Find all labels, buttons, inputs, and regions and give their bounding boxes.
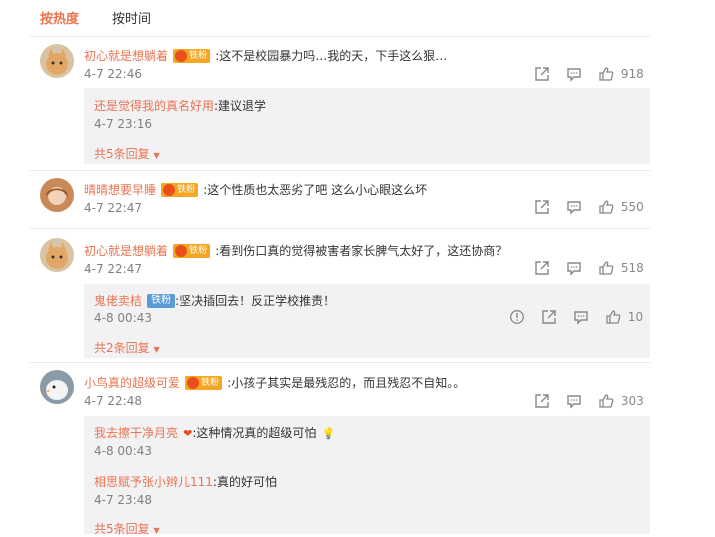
like-button[interactable]: 518 [598,260,644,276]
avatar[interactable] [40,238,74,272]
avatar-cat-image [40,238,74,272]
comment-text: :这个性质也太恶劣了吧 这么小心眼这么坏 [203,183,428,197]
divider [30,36,650,37]
tab-hot[interactable]: 按热度 [40,8,79,27]
like-count: 550 [620,199,644,214]
chevron-down-icon: ▼ [153,345,160,354]
comment-time: 4-7 22:47 [84,201,142,215]
comment-author[interactable]: 初心就是想躺着 [84,49,168,63]
comment-button[interactable] [566,393,582,409]
like-count: 518 [620,260,644,275]
reply-text: :坚决插回去！反正学校推责！ [175,294,336,308]
more-replies-link[interactable]: 共2条回复 ▼ [94,339,160,356]
reply-time: 4-8 00:43 [94,311,152,325]
lightbulb-emoji-icon: 💡 [321,427,336,440]
thumbs-up-icon [599,200,614,214]
comment-text: :这不是校园暴力吗…我的天，下手这么狠… [215,49,448,63]
comment-button[interactable] [566,199,582,215]
fan-badge[interactable]: 铁粉 [173,243,211,258]
reply-item: 我去擦干净月亮 ❤:这种情况真的超级可怕 💡 [94,422,335,441]
comment-icon [567,201,581,215]
divider [30,170,650,171]
reply-time: 4-7 23:48 [94,493,152,507]
avatar-bird-image [40,370,74,404]
comment-button[interactable] [566,66,582,82]
share-button[interactable] [534,260,550,276]
share-button[interactable] [534,66,550,82]
comment-header: 小鸟真的超级可爱 铁粉 :小孩子其实是最残忍的，而且残忍不自知。。 [84,372,465,391]
reply-author[interactable]: 鬼佬卖桔 [94,294,142,308]
comment-icon [567,262,581,276]
fan-badge[interactable]: 铁粉 [161,182,199,197]
reply-item: 鬼佬卖桔 铁粉:坚决插回去！反正学校推责！ [94,290,335,309]
reply-text: :建议退学 [214,99,267,113]
share-icon [542,310,556,324]
share-button[interactable] [534,393,550,409]
like-button[interactable]: 918 [598,66,644,82]
comment-author[interactable]: 初心就是想躺着 [84,244,168,258]
like-count: 10 [627,309,644,324]
reply-item: 还是觉得我的真名好用:建议退学 [94,95,266,114]
thumbs-up-icon [606,310,621,324]
reply-author[interactable]: 我去擦干净月亮 [94,426,178,440]
thumbs-up-icon [599,394,614,408]
comment-header: 初心就是想躺着 铁粉 :看到伤口真的觉得被害者家长脾气太好了，这还协商？ [84,240,507,259]
like-count: 303 [620,393,644,408]
reply-author[interactable]: 相思赋予张小辫儿111 [94,475,213,489]
comment-icon [574,311,588,325]
heart-emoji-icon: ❤ [183,427,193,440]
like-count: 918 [620,66,644,81]
thumbs-up-icon [599,261,614,275]
avatar-girl-image [40,178,74,212]
more-replies-link[interactable]: 共5条回复 ▼ [94,145,160,162]
warning-icon [510,310,524,324]
reply-text: :这种情况真的超级可怕 [192,426,317,440]
reply-time: 4-8 00:43 [94,444,152,458]
reply-text: :真的好可怕 [212,475,277,489]
like-button[interactable]: 10 [605,309,643,325]
comment-time: 4-7 22:48 [84,394,142,408]
more-replies-link[interactable]: 共5条回复 ▼ [94,520,160,537]
thumbs-up-icon [599,67,614,81]
reply-author[interactable]: 还是觉得我的真名好用 [94,99,214,113]
comment-text: :看到伤口真的觉得被害者家长脾气太好了，这还协商？ [215,244,508,258]
more-replies-label: 共5条回复 [94,147,150,161]
share-icon [535,200,549,214]
comment-icon [567,68,581,82]
iron-fan-badge[interactable]: 铁粉 [147,293,176,308]
more-replies-label: 共2条回复 [94,341,150,355]
avatar-cat-image [40,44,74,78]
avatar[interactable] [40,44,74,78]
fan-badge[interactable]: 铁粉 [173,48,211,63]
share-icon [535,261,549,275]
tab-time[interactable]: 按时间 [112,8,151,27]
reply-item: 相思赋予张小辫儿111:真的好可怕 [94,471,277,490]
like-button[interactable]: 550 [598,199,644,215]
divider [30,362,650,363]
chevron-down-icon: ▼ [153,151,160,160]
reply-time: 4-7 23:16 [94,117,152,131]
share-icon [535,394,549,408]
comment-header: 晴晴想要早睡 铁粉 :这个性质也太恶劣了吧 这么小心眼这么坏 [84,179,427,198]
comment-time: 4-7 22:46 [84,67,142,81]
like-button[interactable]: 303 [598,393,644,409]
report-button[interactable] [509,309,525,325]
share-icon [535,67,549,81]
comment-text: :小孩子其实是最残忍的，而且残忍不自知。。 [227,376,466,390]
comment-time: 4-7 22:47 [84,262,142,276]
avatar[interactable] [40,178,74,212]
comment-author[interactable]: 晴晴想要早睡 [84,183,156,197]
avatar[interactable] [40,370,74,404]
comment-header: 初心就是想躺着 铁粉 :这不是校园暴力吗…我的天，下手这么狠… [84,45,447,64]
share-button[interactable] [534,199,550,215]
comment-author[interactable]: 小鸟真的超级可爱 [84,376,180,390]
divider [30,228,650,229]
comment-button[interactable] [573,309,589,325]
comment-button[interactable] [566,260,582,276]
share-button[interactable] [541,309,557,325]
fan-badge[interactable]: 铁粉 [185,375,223,390]
comment-icon [567,395,581,409]
